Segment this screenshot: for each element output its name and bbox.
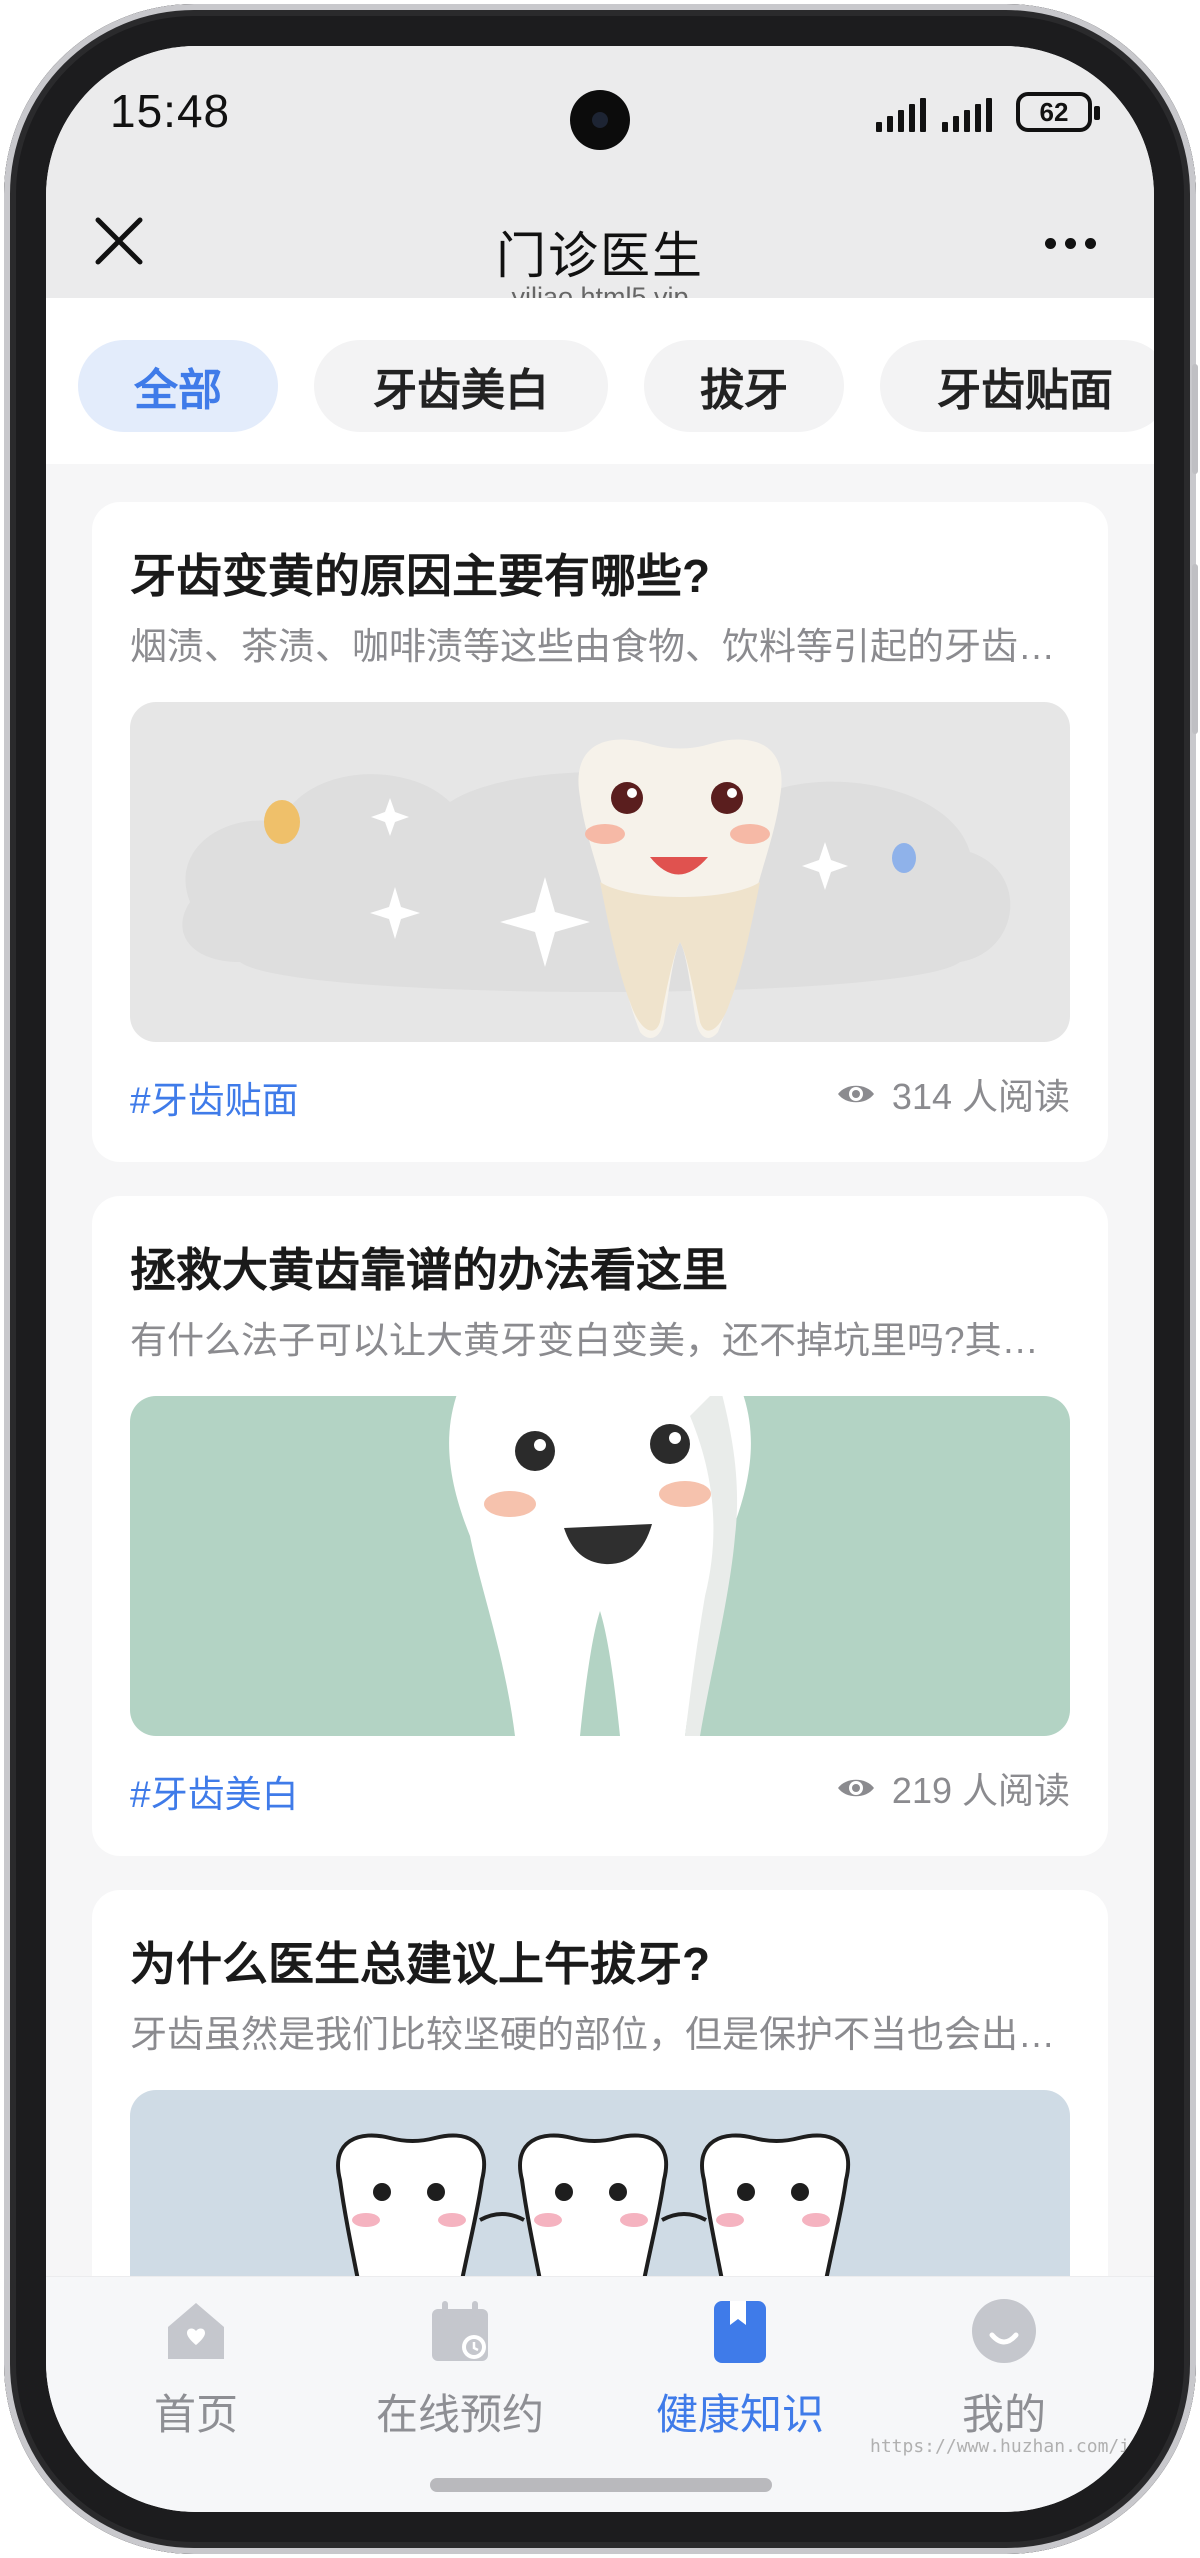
article-tag[interactable]: #牙齿贴面 <box>130 1070 299 1124</box>
nav-profile-label: 我的 <box>961 2391 1046 2438</box>
battery-icon: 62 <box>1016 92 1100 132</box>
calendar-icon <box>432 2301 488 2361</box>
home-icon <box>168 2303 224 2359</box>
signal-icon <box>876 98 926 132</box>
article-title: 拯救大黄齿靠谱的办法看这里 <box>130 1244 728 1296</box>
article-read-count: 219 人阅读 <box>836 1762 1070 1814</box>
watermark: https://www.huzhan.com/ishop5186 <box>870 2436 1154 2457</box>
page-title: 门诊医生 <box>496 228 704 284</box>
article-image <box>130 702 1070 1042</box>
tab-teeth-whitening[interactable]: 牙齿美白 <box>314 340 608 432</box>
mini-program-header: 门诊医生 yiliao.html5.vip <box>46 166 1154 312</box>
article-image <box>130 1396 1070 1736</box>
article-desc: 有什么法子可以让大黄牙变白变美，还不掉坑里吗?其实方法很多 <box>130 1320 1070 1361</box>
tab-all[interactable]: 全部 <box>78 340 278 432</box>
tab-veneers[interactable]: 牙齿贴面 <box>880 340 1154 432</box>
screen: 15:48 62 门诊医生 yiliao.html5.vip 全部 牙齿美白 拔… <box>46 46 1154 2512</box>
nav-appointment-label: 在线预约 <box>375 2391 544 2438</box>
status-bar: 15:48 62 <box>46 46 1154 166</box>
phone-frame: 15:48 62 门诊医生 yiliao.html5.vip 全部 牙齿美白 拔… <box>4 4 1198 2554</box>
nav-profile[interactable]: 我的 <box>894 2295 1114 2442</box>
more-options-icon[interactable] <box>1045 238 1096 249</box>
bottom-navigation: 首页 在线预约 健康知识 我的 <box>46 2276 1154 2512</box>
volume-button <box>1192 364 1198 474</box>
read-count-label: 219 人阅读 <box>891 1770 1070 1811</box>
article-tag[interactable]: #牙齿美白 <box>130 1764 299 1818</box>
power-button <box>1192 564 1198 734</box>
article-feed: 牙齿变黄的原因主要有哪些? 烟渍、茶渍、咖啡渍等这些由食物、饮料等引起的牙齿变黄 <box>46 464 1154 2318</box>
category-tabs: 全部 牙齿美白 拔牙 牙齿贴面 <box>46 298 1154 464</box>
signal-icon-2 <box>942 98 992 132</box>
profile-icon <box>972 2299 1036 2363</box>
article-title: 为什么医生总建议上午拔牙? <box>130 1938 711 1990</box>
tab-tooth-extraction[interactable]: 拔牙 <box>644 340 844 432</box>
nav-appointment[interactable]: 在线预约 <box>350 2295 570 2442</box>
article-desc: 牙齿虽然是我们比较坚硬的部位，但是保护不当也会出现问题 <box>130 2014 1070 2055</box>
read-count-label: 314 人阅读 <box>891 1076 1070 1117</box>
bookmark-icon <box>714 2301 766 2363</box>
article-card[interactable]: 拯救大黄齿靠谱的办法看这里 有什么法子可以让大黄牙变白变美，还不掉坑里吗?其实方… <box>92 1196 1108 1856</box>
battery-level: 62 <box>1039 96 1069 127</box>
article-read-count: 314 人阅读 <box>836 1068 1070 1120</box>
eye-icon <box>837 1779 874 1797</box>
front-camera <box>570 90 630 150</box>
status-time: 15:48 <box>110 85 231 137</box>
article-title: 牙齿变黄的原因主要有哪些? <box>130 550 711 602</box>
article-card[interactable]: 为什么医生总建议上午拔牙? 牙齿虽然是我们比较坚硬的部位，但是保护不当也会出现问… <box>92 1890 1108 2318</box>
article-card[interactable]: 牙齿变黄的原因主要有哪些? 烟渍、茶渍、咖啡渍等这些由食物、饮料等引起的牙齿变黄 <box>92 502 1108 1162</box>
article-desc: 烟渍、茶渍、咖啡渍等这些由食物、饮料等引起的牙齿变黄 <box>130 626 1070 667</box>
nav-home[interactable]: 首页 <box>86 2295 306 2442</box>
nav-health-knowledge-label: 健康知识 <box>655 2391 824 2438</box>
nav-health-knowledge[interactable]: 健康知识 <box>630 2295 850 2442</box>
home-indicator[interactable] <box>430 2478 772 2492</box>
nav-home-label: 首页 <box>153 2391 238 2438</box>
eye-icon <box>837 1085 874 1103</box>
